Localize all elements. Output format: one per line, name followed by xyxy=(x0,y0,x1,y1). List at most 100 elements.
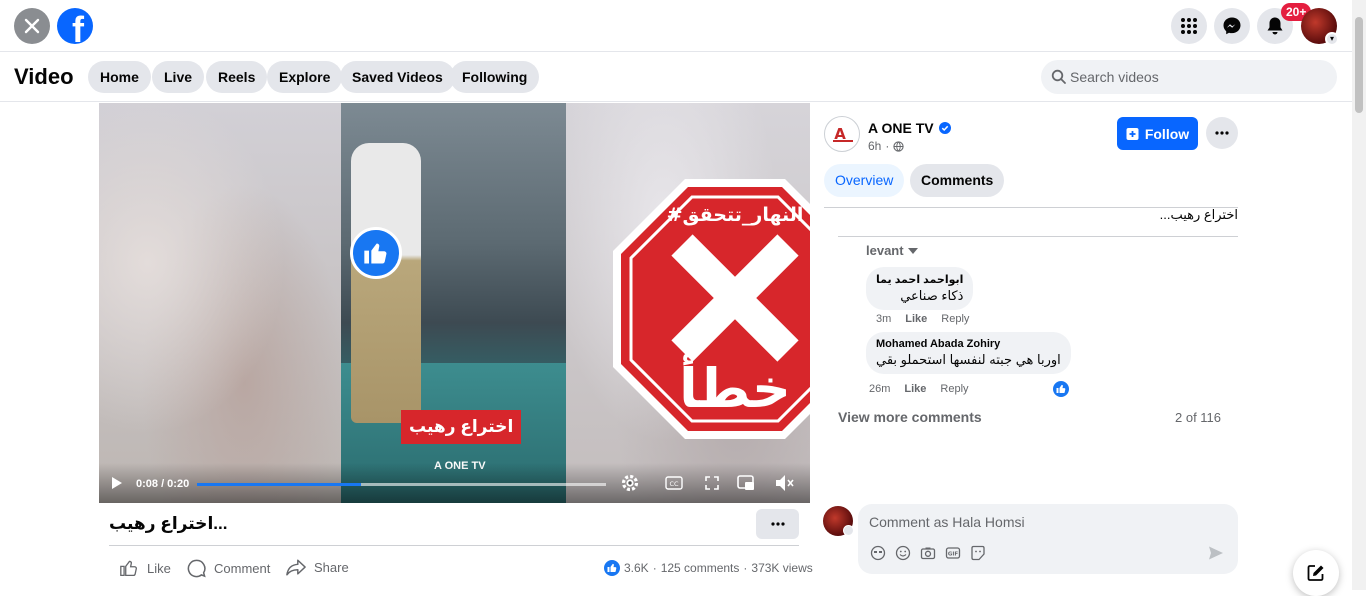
close-icon xyxy=(24,18,40,34)
more-dots-icon xyxy=(1215,131,1229,135)
comment-label: Comment xyxy=(214,561,271,576)
comment-button[interactable]: Comment xyxy=(187,559,270,578)
tab-live[interactable]: Live xyxy=(152,61,205,93)
like-button[interactable]: Like xyxy=(119,559,171,577)
comment-reply-link[interactable]: Reply xyxy=(941,313,969,325)
scrollbar-thumb[interactable] xyxy=(1355,17,1363,113)
comment-meta: 3m Like Reply xyxy=(876,313,969,325)
tab-explore[interactable]: Explore xyxy=(267,61,343,93)
stats-separator: · xyxy=(652,561,657,575)
comment-input-placeholder[interactable]: Comment as Hala Homsi xyxy=(869,514,1025,530)
tab-home[interactable]: Home xyxy=(88,61,151,93)
sticker-icon[interactable] xyxy=(970,545,986,561)
video-player[interactable]: اختراع رهيب A ONE TV #النهار_تتحقق خطأ 0… xyxy=(99,103,810,503)
send-icon[interactable] xyxy=(1208,545,1224,561)
sort-label: levant xyxy=(866,243,904,258)
false-rating-stamp: #النهار_تتحقق خطأ xyxy=(613,179,810,439)
video-controls: 0:08 / 0:20 CC xyxy=(99,463,810,503)
facebook-logo[interactable]: f xyxy=(57,8,93,44)
play-icon[interactable] xyxy=(111,476,123,490)
comment-sort-dropdown[interactable]: levant xyxy=(866,243,918,258)
gif-icon[interactable]: GIF xyxy=(945,545,961,561)
messenger-button[interactable] xyxy=(1214,8,1250,44)
post-options-button[interactable] xyxy=(756,509,799,539)
comments-count[interactable]: 125 comments xyxy=(661,561,740,575)
comment-bubble-icon xyxy=(187,559,206,578)
view-more-comments-link[interactable]: View more comments xyxy=(838,409,982,425)
emoji-icon[interactable] xyxy=(895,545,911,561)
fullscreen-icon[interactable] xyxy=(705,476,719,490)
messenger-icon xyxy=(1223,17,1241,35)
comment-bubble[interactable]: Mohamed Abada Zohiry اوربا هي جبته لنفسه… xyxy=(866,332,1071,374)
comment-author[interactable]: Mohamed Abada Zohiry xyxy=(876,338,1061,350)
post-description: اختراع رهيب... xyxy=(1159,207,1238,222)
dot-separator: · xyxy=(885,139,890,153)
divider xyxy=(838,236,1238,237)
like-label: Like xyxy=(147,560,171,576)
tab-overview[interactable]: Overview xyxy=(824,164,905,197)
comment-text: اوربا هي جبته لنفسها استحملو بقي xyxy=(876,352,1061,367)
avatar-sticker-icon[interactable] xyxy=(870,545,886,561)
a-one-tv-logo: A xyxy=(826,118,858,150)
follow-button[interactable]: Follow xyxy=(1117,117,1198,150)
compose-icon xyxy=(1307,565,1324,581)
like-reaction-icon[interactable] xyxy=(1053,381,1069,397)
person-figure xyxy=(351,143,421,423)
tab-reels[interactable]: Reels xyxy=(206,61,268,93)
menu-button[interactable] xyxy=(1171,8,1207,44)
page-name[interactable]: A ONE TV xyxy=(868,120,951,136)
stats-separator: · xyxy=(743,561,748,575)
tab-following[interactable]: Following xyxy=(450,61,540,93)
tab-saved-videos[interactable]: Saved Videos xyxy=(340,61,455,93)
globe-icon xyxy=(893,140,904,152)
page-avatar[interactable]: A xyxy=(824,116,860,152)
video-blur-background-left xyxy=(99,103,341,503)
more-dots-icon xyxy=(770,522,785,526)
chevron-down-icon[interactable] xyxy=(843,525,854,536)
post-stats: 3.6K · 125 comments · 373K views xyxy=(604,560,813,576)
video-progress-bar[interactable] xyxy=(197,483,606,486)
video-progress-fill xyxy=(197,483,361,486)
page-title: Video xyxy=(14,64,74,89)
camera-icon[interactable] xyxy=(920,545,936,561)
post-title: اختراع رهيب... xyxy=(109,514,228,533)
comment-composer[interactable]: Comment as Hala Homsi GIF xyxy=(858,504,1238,574)
comment-time[interactable]: 3m xyxy=(876,313,891,325)
page-options-button[interactable] xyxy=(1206,117,1238,149)
follow-label: Follow xyxy=(1144,125,1190,142)
comment-like-link[interactable]: Like xyxy=(905,313,927,325)
tab-comments[interactable]: Comments xyxy=(910,164,1005,197)
reactions-count[interactable]: 3.6K xyxy=(624,561,649,575)
top-bar: f 20+ ▾ xyxy=(0,0,1366,52)
captions-icon[interactable]: CC xyxy=(665,476,683,490)
close-button[interactable] xyxy=(14,8,50,44)
comment-bubble[interactable]: ابواحمد احمد يما ذكاء صناعي xyxy=(866,267,974,310)
picture-in-picture-icon[interactable] xyxy=(737,474,755,492)
search-icon xyxy=(1051,69,1066,84)
new-message-button[interactable] xyxy=(1293,550,1339,596)
follow-plus-icon xyxy=(1126,127,1139,140)
comment-meta: 26m Like Reply xyxy=(869,383,969,395)
search-placeholder: Search videos xyxy=(1070,69,1159,85)
svg-text:GIF: GIF xyxy=(948,552,959,558)
stamp-verdict-text: خطأ xyxy=(679,353,791,420)
comment-like-link[interactable]: Like xyxy=(904,383,926,395)
comment-time[interactable]: 26m xyxy=(869,383,890,395)
grid-icon xyxy=(1181,18,1197,34)
comment-text: ذكاء صناعي xyxy=(900,288,964,303)
comment-reply-link[interactable]: Reply xyxy=(940,383,968,395)
post-timestamp: 6h · xyxy=(868,139,904,153)
page-name-text[interactable]: A ONE TV xyxy=(868,120,934,136)
share-button[interactable]: Share xyxy=(286,559,349,576)
muted-speaker-icon[interactable] xyxy=(775,474,795,492)
share-arrow-icon xyxy=(286,559,306,576)
post-time-text[interactable]: 6h xyxy=(868,139,881,153)
comment-author[interactable]: ابواحمد احمد يما xyxy=(876,273,963,286)
chevron-down-icon[interactable]: ▾ xyxy=(1325,32,1339,46)
bell-icon xyxy=(1267,17,1283,35)
settings-gear-icon[interactable] xyxy=(621,474,639,492)
views-count: 373K views xyxy=(751,561,813,575)
search-videos-input[interactable]: Search videos xyxy=(1041,60,1337,94)
comments-page-count: 2 of 116 xyxy=(1175,410,1222,425)
page-scrollbar[interactable] xyxy=(1352,0,1366,590)
